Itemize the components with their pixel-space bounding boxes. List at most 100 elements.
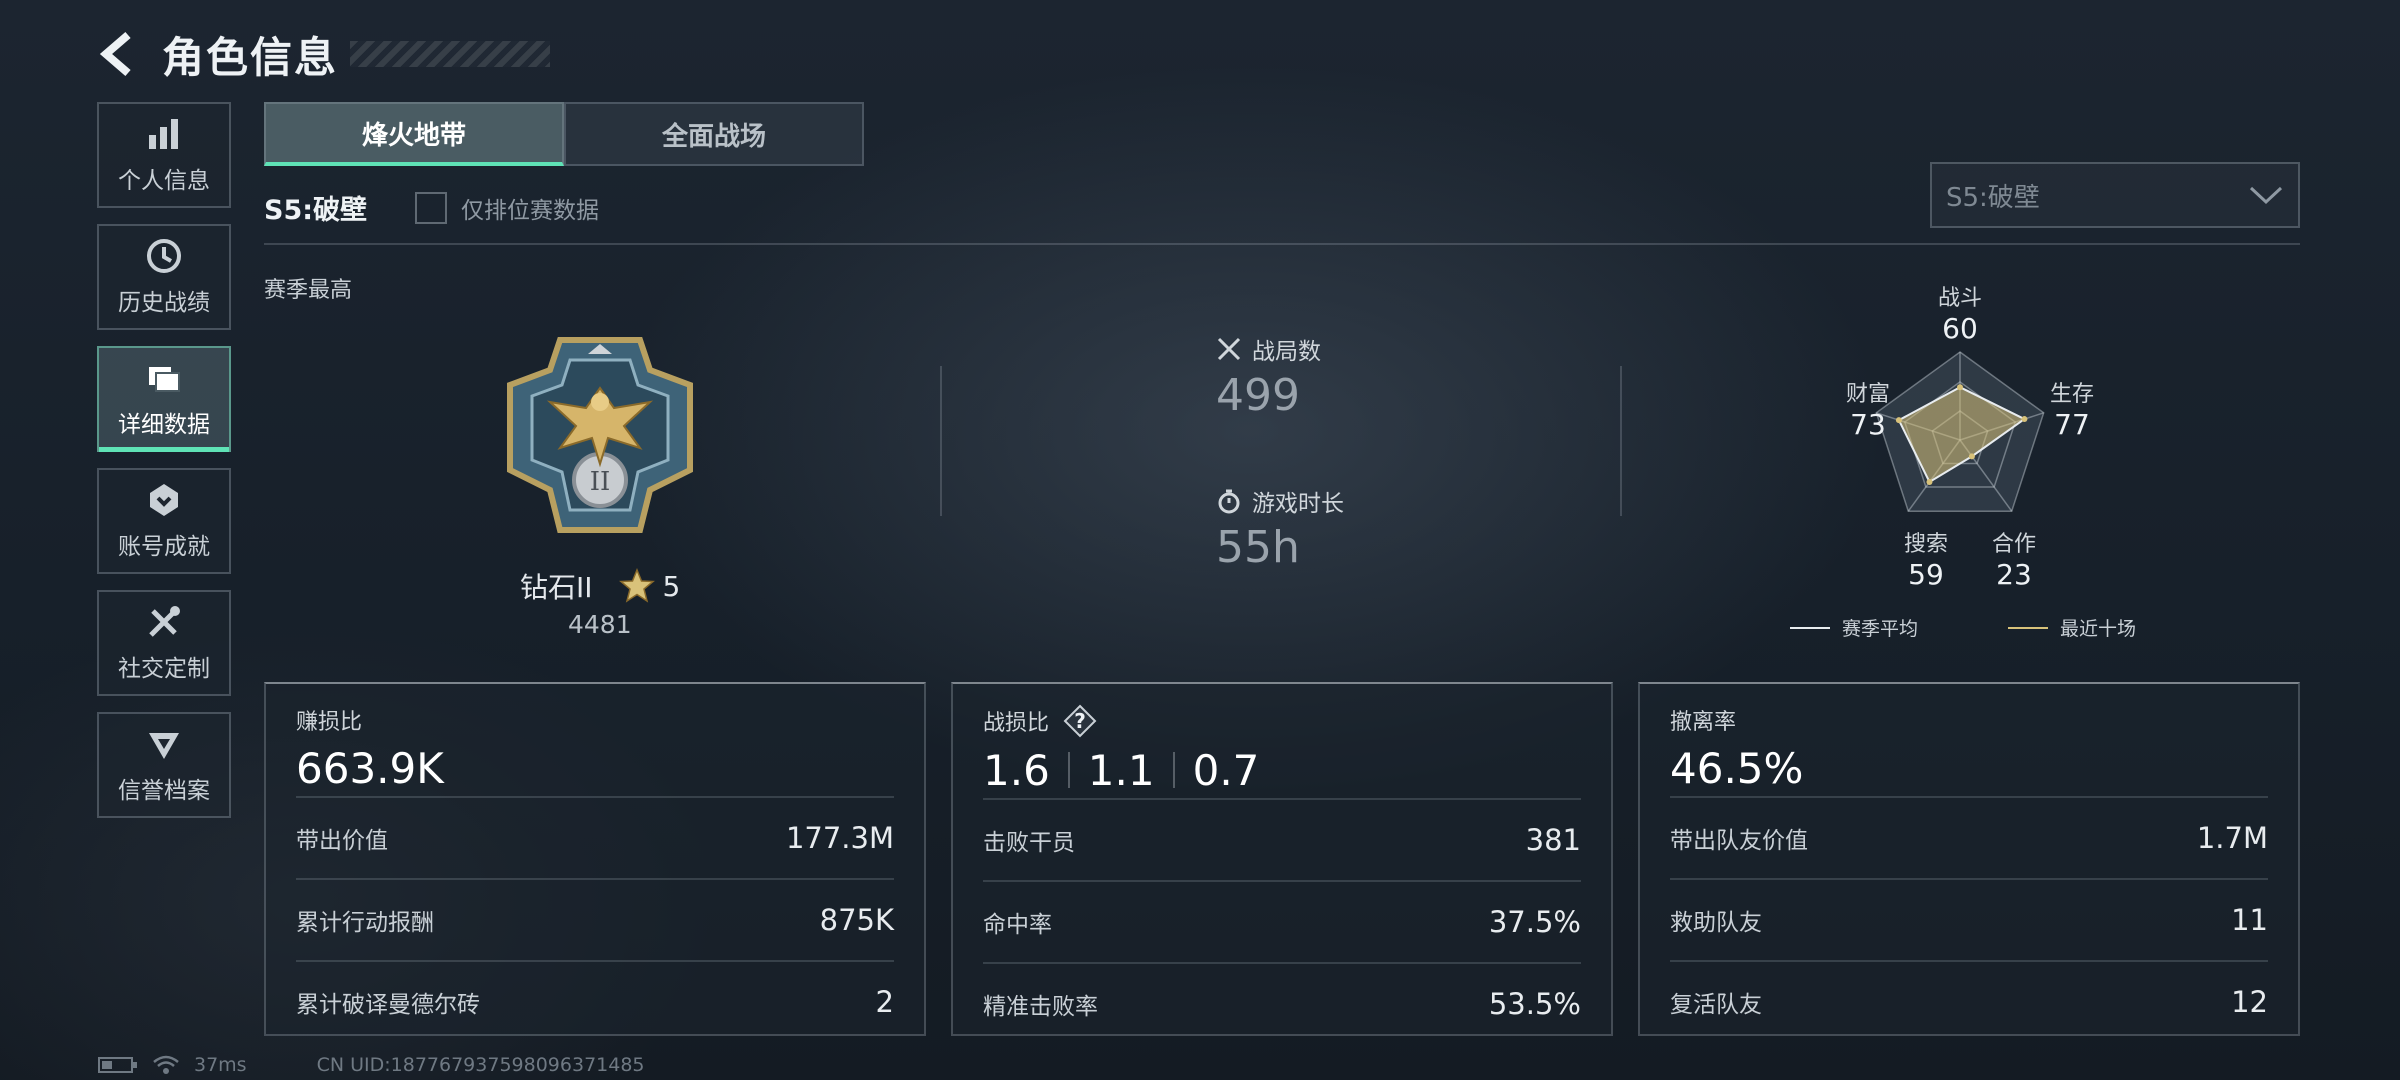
ranked-only-checkbox[interactable] [415,191,448,224]
row-value: 1.7M [2196,821,2268,855]
star-icon [618,568,655,603]
header: 角色信息 [96,22,551,86]
stopwatch-icon [1218,489,1240,514]
tab-warzone[interactable]: 烽火地带 [264,102,564,166]
legend-avg: 赛季平均 [1842,618,1919,640]
profit-title: 赚损比 [296,710,363,735]
row-value: 12 [2231,985,2268,1019]
legend-swatch-recent [2008,626,2049,629]
page-title: 角色信息 [162,32,339,82]
clock-icon [147,239,181,273]
radar-label-cooperation: 合作 23 [1991,532,2036,591]
radar-point [2021,416,2028,423]
matches-label: 战局数 [1252,339,1321,365]
sidebar-item-label: 历史战绩 [118,290,210,316]
kd-title: 战损比 [983,711,1050,736]
legend-recent: 最近十场 [2060,618,2137,640]
row-label: 复活队友 [1670,992,1762,1018]
row-label: 带出价值 [296,828,388,854]
row-value: 53.5% [1488,987,1581,1021]
radar-label-survival: 生存 77 [2049,382,2094,441]
rank-stars: 5 [662,569,681,603]
row-label: 救助队友 [1670,910,1762,936]
matches-value: 499 [1216,370,1300,421]
battery-icon [98,1057,137,1073]
ranked-only-label: 仅排位赛数据 [461,197,600,224]
table-row: 救助队友 11 [1670,878,2268,960]
radar-label-combat: 战斗 60 [1937,286,1982,345]
playtime-label: 游戏时长 [1252,491,1344,517]
status-footer: 37ms CN UID:18776793759809637148​5 [98,1054,645,1076]
ping-value: 37ms [194,1054,247,1076]
back-arrow-icon[interactable] [96,29,140,79]
table-row: 累计行动报酬 875K [296,878,894,960]
divider [940,366,942,516]
sidebar-item-achievements[interactable]: 账号成就 [97,468,231,574]
row-value: 875K [819,903,894,937]
radar-label-search: 搜索 59 [1903,532,1948,591]
chevron-down-icon [2249,186,2283,205]
extract-panel: 撤离率 46.5% 带出队友价值 1.7M 救助队友 11 复活队友 12 [1638,682,2300,1036]
table-row: 累计破译曼德尔砖 2 [296,960,894,1042]
crossed-swords-icon [1217,337,1241,361]
playtime-stat: 游戏时长 55h [1216,484,1344,573]
season-label: S5:破壁 [264,195,368,226]
table-row: 命中率 37.5% [983,880,1581,962]
help-icon[interactable]: ? [1063,704,1097,738]
season-select[interactable]: S5:破壁 [1930,162,2300,228]
badge-icon [150,484,178,516]
rank-name: 钻石II [520,571,593,604]
sidebar: 个人信息 历史战绩 详细数据 账号成就 社交定制 信誉档案 [97,102,235,834]
table-row: 精准击败率 53.5% [983,962,1581,1044]
tab-full-battlefield[interactable]: 全面战场 [564,102,864,166]
kd-ratio-3: 0.7 [1192,745,1260,795]
season-best-title: 赛季最高 [264,278,353,303]
sidebar-item-detailed-data[interactable]: 详细数据 [97,346,231,452]
rank-line: 钻石II 5 [520,566,680,606]
kd-ratio-1: 1.6 [983,745,1050,795]
title-decoration [350,41,551,67]
profit-panel: 赚损比 663.9K 带出价值 177.3M 累计行动报酬 875K 累计破译曼… [264,682,926,1036]
row-label: 带出队友价值 [1670,828,1808,854]
folder-icon [149,367,180,392]
sidebar-item-credit-file[interactable]: 信誉档案 [97,712,231,818]
sidebar-item-social-custom[interactable]: 社交定制 [97,590,231,696]
kd-ratios: 1.6 1.1 0.7 [983,742,1581,798]
sidebar-item-personal-info[interactable]: 个人信息 [97,102,231,208]
sidebar-item-label: 账号成就 [118,534,210,560]
radar-legend: 赛季平均 最近十场 [1790,614,2136,641]
sidebar-item-label: 个人信息 [118,168,210,194]
kd-ratio-2: 1.1 [1087,745,1155,795]
divider [1620,366,1622,516]
table-row: 带出价值 177.3M [296,796,894,878]
kd-panel: 战损比 ? 1.6 1.1 0.7 击败干员 381 命中率 37.5% 精准击… [951,682,1613,1036]
table-row: 复活队友 12 [1670,960,2268,1042]
matches-stat: 战局数 499 [1216,332,1321,421]
sidebar-item-history[interactable]: 历史战绩 [97,224,231,330]
extract-rate: 46.5% [1670,743,1804,793]
row-label: 击败干员 [983,830,1075,856]
season-row: S5:破壁 仅排位赛数据 [264,188,599,227]
bar-chart-icon [149,119,178,149]
row-value: 2 [875,985,894,1019]
sidebar-item-label: 社交定制 [118,656,210,682]
row-label: 精准击败率 [983,994,1098,1020]
row-label: 累计行动报酬 [296,910,434,936]
rank-medal-icon: II [507,337,693,533]
ability-radar: 战斗 60 生存 77 合作 23 搜索 59 财富 73 [1820,280,2120,600]
sidebar-item-label: 信誉档案 [118,778,210,804]
svg-text:II: II [590,467,611,497]
legend-swatch-avg [1790,626,1830,629]
row-label: 累计破译曼德尔砖 [296,992,480,1018]
rank-score: 4481 [568,610,632,639]
row-value: 37.5% [1488,905,1581,939]
tools-icon [149,606,180,637]
radar-point [1926,479,1933,486]
sidebar-item-label: 详细数据 [118,412,210,438]
divider [1067,752,1070,788]
season-select-value: S5:破壁 [1946,182,2040,213]
radar-point [1957,384,1963,391]
table-row: 带出队友价值 1.7M [1670,796,2268,878]
uid-value: CN UID:18776793759809637148​5 [316,1054,645,1076]
kd-title-row: 战损比 ? [983,704,1581,738]
